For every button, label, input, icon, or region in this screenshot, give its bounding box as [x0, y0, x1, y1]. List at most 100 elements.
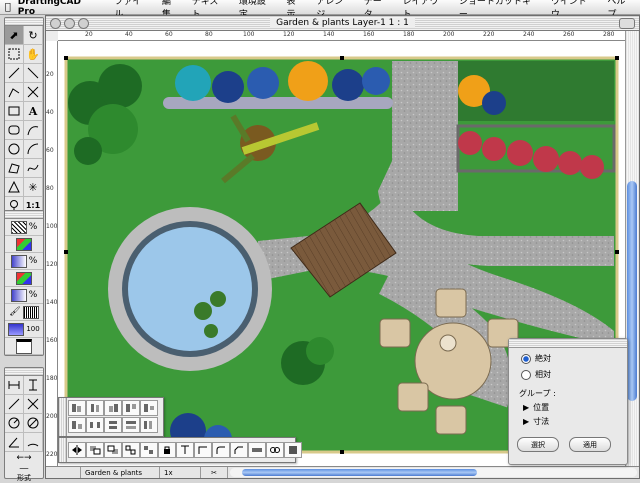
- flip-horizontal-icon[interactable]: [68, 442, 86, 458]
- align-top-icon[interactable]: [122, 400, 140, 416]
- zoom-window-button[interactable]: [78, 18, 89, 29]
- distribute-vertical-icon[interactable]: [104, 417, 122, 433]
- arc-dimension-icon[interactable]: [24, 433, 43, 452]
- dimension-palette-title-bar[interactable]: [5, 368, 43, 376]
- perpendicular-dimension-icon[interactable]: [24, 395, 43, 414]
- select-button[interactable]: 選択: [517, 437, 559, 452]
- layer-buttons[interactable]: [46, 467, 81, 478]
- apply-button[interactable]: 適用: [569, 437, 611, 452]
- opacity-swatch[interactable]: [8, 322, 25, 336]
- align-bottom-icon[interactable]: [68, 417, 86, 433]
- horizontal-scrollbar[interactable]: [230, 468, 637, 477]
- align-left-icon[interactable]: [68, 400, 86, 416]
- polygon-tool-icon[interactable]: [5, 159, 24, 178]
- relative-radio-indicator[interactable]: [521, 369, 531, 380]
- toolbar-toggle-button[interactable]: [619, 18, 635, 29]
- align-right-icon[interactable]: [104, 400, 122, 416]
- menu-bar:  DraftingCAD Pro ファイル 編集 テキスト 環境設定 表示 ア…: [0, 0, 640, 20]
- horizontal-ruler: 20 40 60 80 100 120 140 160 180 200 220 …: [58, 31, 625, 41]
- polyline-tool-icon[interactable]: [5, 83, 24, 102]
- bring-front-icon[interactable]: [86, 442, 104, 458]
- line-tool-icon[interactable]: [5, 64, 24, 83]
- arrow-tool-icon[interactable]: ⬈: [5, 26, 24, 45]
- chamfer-icon[interactable]: [230, 442, 248, 458]
- absolute-radio-indicator[interactable]: [521, 353, 531, 364]
- diagonal-line-tool-icon[interactable]: [24, 64, 43, 83]
- text-frame-icon[interactable]: [176, 442, 194, 458]
- pen-pattern-swatch[interactable]: [22, 305, 39, 319]
- pen-gradient-swatch[interactable]: [10, 288, 27, 302]
- same-height-icon[interactable]: [140, 417, 158, 433]
- arc-tool-icon[interactable]: [24, 140, 43, 159]
- horizontal-scroll-thumb[interactable]: [242, 469, 477, 476]
- apple-menu-icon[interactable]: : [0, 2, 16, 13]
- brush-icon[interactable]: 🖌: [9, 307, 20, 317]
- fill-gradient-swatch[interactable]: [10, 254, 27, 268]
- send-back-icon[interactable]: [104, 442, 122, 458]
- align-middle-icon[interactable]: [140, 400, 158, 416]
- freehand-tool-icon[interactable]: [24, 159, 43, 178]
- pond: [108, 207, 272, 371]
- lock-icon[interactable]: [158, 442, 176, 458]
- fill-color-swatch[interactable]: [16, 237, 32, 251]
- slope-dimension-icon[interactable]: [5, 395, 24, 414]
- chain-icon[interactable]: [266, 442, 284, 458]
- gradient-percent: %: [28, 256, 38, 266]
- angle-dimension-icon[interactable]: [5, 433, 24, 452]
- curve-tool-icon[interactable]: [24, 121, 43, 140]
- fillet-icon[interactable]: [212, 442, 230, 458]
- ruler-tick-label: 100: [243, 31, 255, 38]
- horizontal-dimension-icon[interactable]: [5, 376, 24, 395]
- close-button[interactable]: [50, 18, 61, 29]
- star-tool-icon[interactable]: ✳: [24, 178, 43, 197]
- line-weight-swatch[interactable]: [16, 338, 32, 354]
- ungroup-icon[interactable]: [140, 442, 158, 458]
- diameter-dimension-icon[interactable]: [24, 414, 43, 433]
- vertical-dimension-icon[interactable]: [24, 376, 43, 395]
- distribute-horizontal-icon[interactable]: [86, 417, 104, 433]
- rotate-tool-icon[interactable]: ↻: [24, 26, 43, 45]
- radius-dimension-icon[interactable]: [5, 414, 24, 433]
- relative-radio-label: 相対: [535, 370, 551, 379]
- dimensions-disclosure[interactable]: ▶ 寸法: [523, 416, 627, 427]
- text-tool-icon[interactable]: A: [24, 102, 43, 121]
- window-title-bar[interactable]: Garden & plants Layer-1 1 : 1: [46, 16, 639, 31]
- disclosure-triangle-icon[interactable]: ▶: [523, 403, 529, 412]
- line-style-icon[interactable]: ──: [5, 464, 43, 473]
- vertical-scroll-thumb[interactable]: [627, 181, 637, 401]
- angle-line-tool-icon[interactable]: [24, 83, 43, 102]
- minimize-button[interactable]: [64, 18, 75, 29]
- hand-tool-icon[interactable]: ✋: [24, 45, 43, 64]
- relative-radio[interactable]: 相対: [521, 369, 627, 380]
- alignment-palette-grip[interactable]: [59, 398, 67, 436]
- combine-icon[interactable]: [284, 442, 302, 458]
- rounded-rect-tool-icon[interactable]: [5, 121, 24, 140]
- position-panel: 絶対 相対 グループ : ▶ 位置 ▶ 寸法 選択 適用: [508, 338, 628, 465]
- position-disclosure[interactable]: ▶ 位置: [523, 402, 627, 413]
- zoom-level[interactable]: 1x: [160, 467, 201, 478]
- marquee-tool-icon[interactable]: [5, 45, 24, 64]
- triangle-tool-icon[interactable]: [5, 178, 24, 197]
- ruler-tick-label: 160: [46, 337, 58, 344]
- dash-line-icon[interactable]: [248, 442, 266, 458]
- pen-color-swatch[interactable]: [16, 271, 32, 285]
- layer-name[interactable]: Garden & plants: [81, 467, 160, 478]
- position-panel-title-bar[interactable]: [509, 339, 627, 348]
- arrange-palette: [58, 437, 302, 463]
- disclosure-triangle-icon[interactable]: ▶: [523, 417, 529, 426]
- fill-palette-title-bar[interactable]: [5, 211, 43, 219]
- arrange-palette-grip[interactable]: [59, 438, 67, 462]
- corner-icon[interactable]: [194, 442, 212, 458]
- palette-title-bar[interactable]: [5, 18, 43, 26]
- rectangle-tool-icon[interactable]: [5, 102, 24, 121]
- same-width-icon[interactable]: [122, 417, 140, 433]
- absolute-radio[interactable]: 絶対: [521, 353, 627, 364]
- align-center-icon[interactable]: [86, 400, 104, 416]
- pen-percent: %: [28, 290, 38, 300]
- ruler-tick-label: 220: [483, 31, 495, 38]
- group-icon[interactable]: [122, 442, 140, 458]
- circle-tool-icon[interactable]: [5, 140, 24, 159]
- fill-pattern-swatch[interactable]: [10, 220, 27, 234]
- scissors-icon[interactable]: ✂: [201, 467, 228, 478]
- arrow-style-icon[interactable]: ←→: [5, 452, 43, 464]
